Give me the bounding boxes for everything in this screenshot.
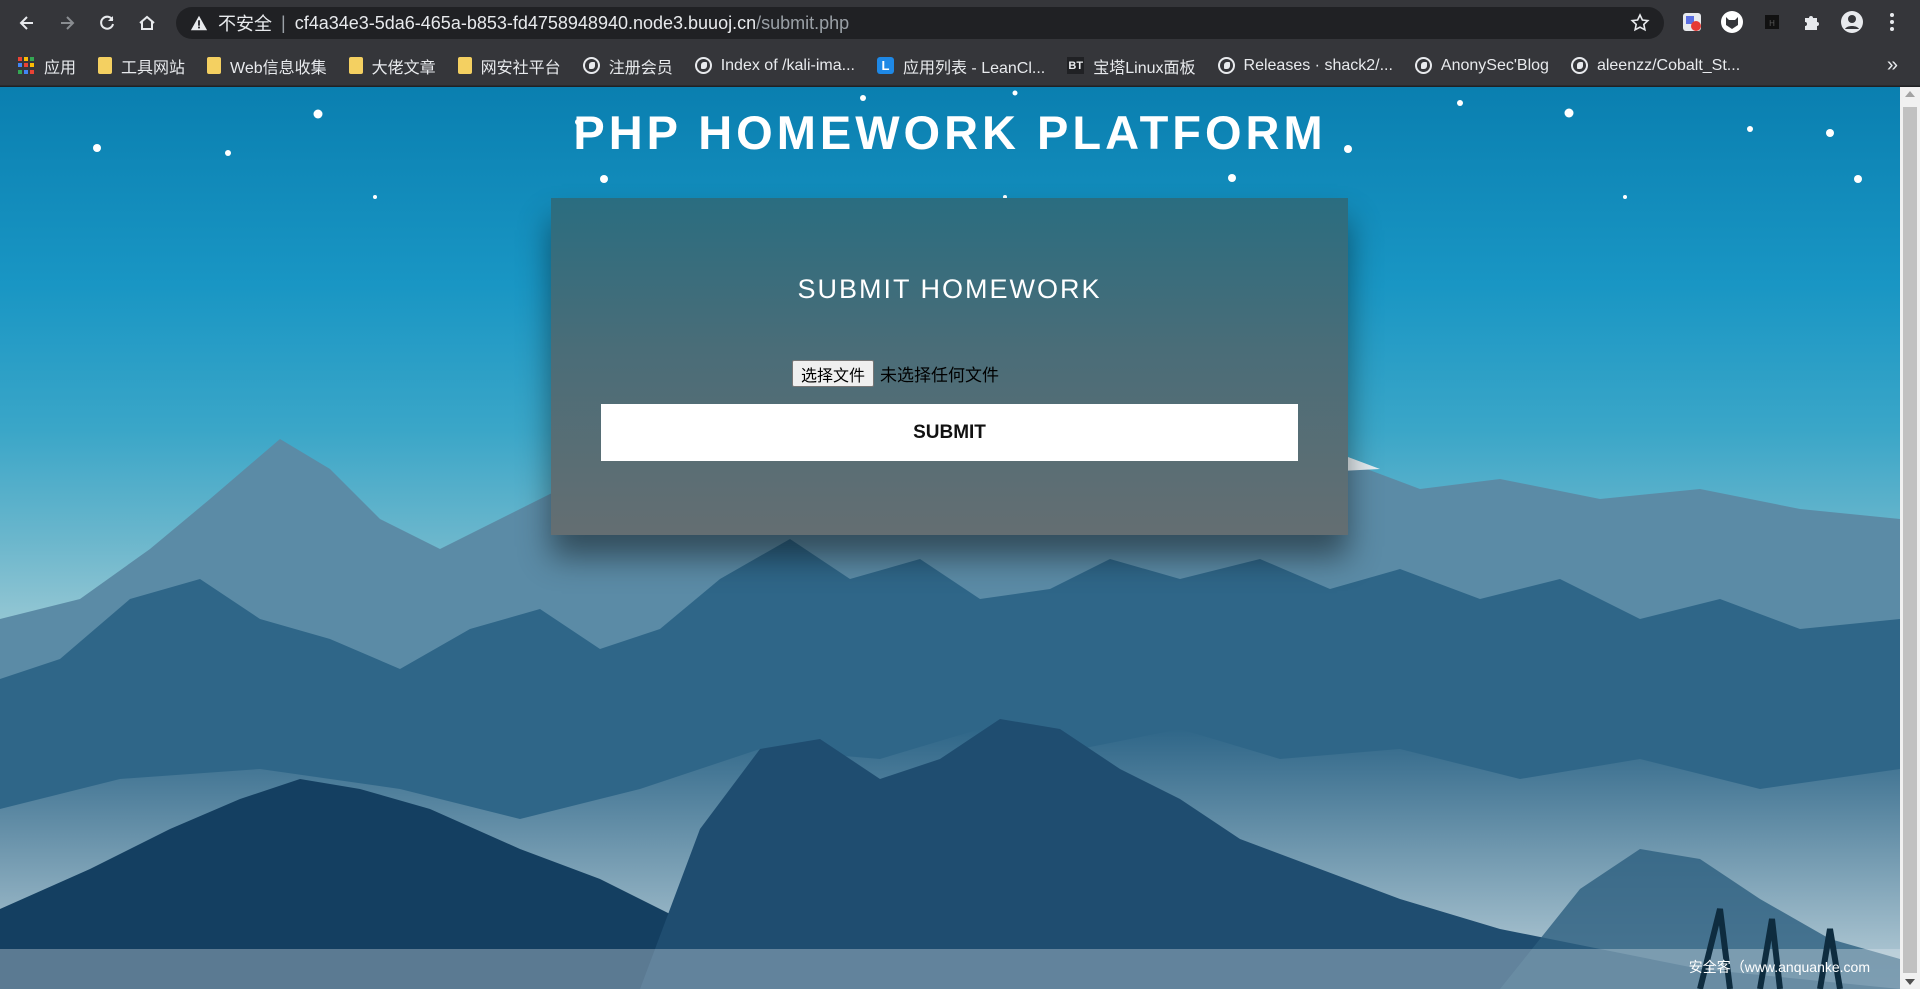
extension-fox-icon (1721, 11, 1743, 33)
bookmark-label: 注册会员 (608, 59, 673, 77)
bookmark-register[interactable]: 注册会员 (582, 54, 673, 78)
menu-button[interactable] (1878, 8, 1906, 36)
reload-button[interactable] (92, 8, 122, 38)
home-icon (139, 15, 155, 30)
warning-icon (190, 15, 208, 31)
page-viewport: PHP HOMEWORK PLATFORM SUBMIT HOMEWORK 选择… (0, 87, 1900, 989)
folder-icon (98, 57, 113, 74)
reload-icon (100, 15, 114, 30)
bookmark-anonysec-blog[interactable]: AnonySec'Blog (1414, 56, 1549, 75)
bookmark-folder-platform[interactable]: 网安社平台 (457, 54, 561, 78)
bookmark-label: 应用列表 - LeanCl... (902, 59, 1046, 77)
bookmarks-bar: 应用 工具网站 Web信息收集 大佬文章 网安社平台 注册会员 Index of… (0, 46, 1920, 86)
bookmark-label: Index of /kali-ima... (720, 56, 855, 74)
file-input[interactable]: 选择文件 未选择任何文件 (792, 360, 999, 387)
globe-icon (1414, 57, 1432, 74)
watermark-text: 安全客（www.anquanke.com (1688, 959, 1870, 975)
url-path: /submit.php (756, 12, 850, 33)
bookmark-releases[interactable]: Releases · shack2/... (1217, 56, 1393, 75)
scroll-up-arrow-icon[interactable] (1905, 91, 1915, 97)
extension-1[interactable] (1678, 8, 1706, 36)
bookmark-folder-web-info[interactable]: Web信息收集 (207, 54, 327, 78)
profile-avatar-icon (1841, 11, 1863, 33)
bookmark-label: 网安社平台 (480, 59, 561, 77)
bookmark-folder-tools[interactable]: 工具网站 (98, 54, 185, 78)
file-status-text: 未选择任何文件 (880, 366, 1000, 385)
puzzle-icon (1805, 16, 1819, 30)
site-title: PHP HOMEWORK PLATFORM (573, 106, 1327, 159)
bookmark-label: 宝塔Linux面板 (1093, 59, 1196, 77)
bookmark-label: Web信息收集 (230, 59, 327, 77)
bookmark-kali-index[interactable]: Index of /kali-ima... (694, 56, 855, 75)
bookmark-label: aleenzz/Cobalt_St... (1596, 56, 1741, 74)
bookmark-cobalt-strike[interactable]: aleenzz/Cobalt_St... (1570, 56, 1741, 75)
arrow-right-icon (61, 16, 75, 30)
globe-icon (694, 57, 712, 74)
submit-button[interactable]: SUBMIT (601, 404, 1298, 461)
folder-icon (207, 57, 222, 74)
arrow-left-icon (19, 16, 33, 30)
url-separator: | (281, 12, 286, 33)
bt-icon: BT (1067, 57, 1085, 74)
extensions-area: H (1678, 8, 1906, 36)
choose-file-button[interactable]: 选择文件 (792, 360, 875, 387)
back-button[interactable] (12, 8, 42, 38)
bookmark-apps[interactable]: 应用 (18, 54, 76, 78)
kebab-menu-icon (1890, 13, 1894, 31)
address-bar[interactable]: 不安全 | cf4a34e3-5da6-465a-b853-fd47589489… (176, 7, 1664, 39)
globe-icon (582, 57, 600, 74)
apps-grid-icon (18, 57, 35, 74)
bookmark-star-icon[interactable] (1630, 13, 1650, 33)
bookmark-bt-panel[interactable]: BT 宝塔Linux面板 (1067, 54, 1196, 78)
extension-3[interactable]: H (1758, 8, 1786, 36)
scrollbar-thumb[interactable] (1903, 107, 1917, 973)
extension-shield-icon (1683, 13, 1701, 31)
upload-form-panel: SUBMIT HOMEWORK 选择文件 未选择任何文件 SUBMIT (551, 198, 1348, 535)
scroll-down-arrow-icon[interactable] (1905, 979, 1915, 985)
bookmark-leancloud[interactable]: L 应用列表 - LeanCl... (876, 54, 1046, 78)
leancloud-icon: L (876, 57, 894, 74)
page-scrollbar[interactable] (1900, 87, 1920, 989)
extension-2[interactable] (1718, 8, 1746, 36)
folder-icon (348, 57, 363, 74)
svg-text:H: H (1769, 19, 1775, 28)
forward-button[interactable] (52, 8, 82, 38)
browser-toolbar: 不安全 | cf4a34e3-5da6-465a-b853-fd47589489… (0, 0, 1920, 46)
bookmark-label: 大佬文章 (371, 59, 436, 77)
nav-buttons (12, 8, 162, 38)
extensions-button[interactable] (1798, 8, 1826, 36)
extension-h-icon: H (1765, 15, 1779, 29)
globe-icon (1570, 57, 1588, 74)
bookmark-label: AnonySec'Blog (1440, 56, 1549, 74)
home-button[interactable] (132, 8, 162, 38)
bookmark-label: Releases · shack2/... (1243, 56, 1393, 74)
bookmark-folder-articles[interactable]: 大佬文章 (348, 54, 436, 78)
bookmark-label: 应用 (44, 59, 77, 77)
bookmarks-overflow-button[interactable]: » (1887, 54, 1898, 77)
bookmark-label: 工具网站 (121, 59, 186, 77)
url-host: cf4a34e3-5da6-465a-b853-fd4758948940.nod… (294, 12, 757, 33)
insecure-label[interactable]: 不安全 (218, 10, 272, 36)
globe-icon (1217, 57, 1235, 74)
profile-button[interactable] (1838, 8, 1866, 36)
form-title: SUBMIT HOMEWORK (797, 274, 1102, 304)
folder-icon (457, 57, 472, 74)
